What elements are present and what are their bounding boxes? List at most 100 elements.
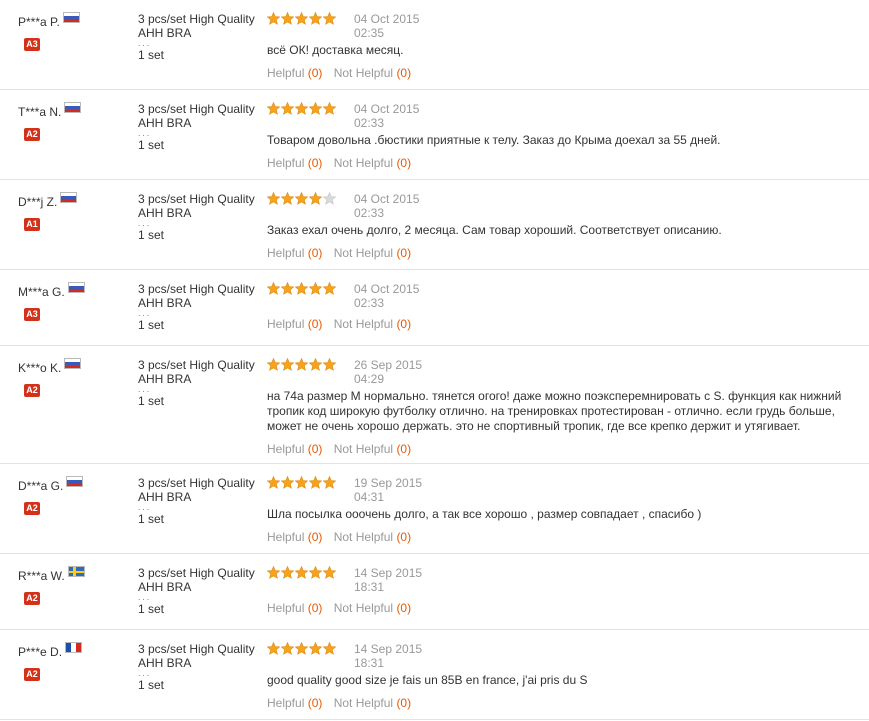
not-helpful-count: (0) xyxy=(396,317,412,331)
star-full-icon xyxy=(267,566,280,579)
not-helpful-button[interactable]: Not Helpful (0) xyxy=(334,246,411,260)
helpful-label: Helpful xyxy=(267,66,305,80)
review-date: 04 Oct 2015 02:33 xyxy=(354,102,444,130)
review-date-day: 04 Oct 2015 xyxy=(354,282,420,296)
review-comment: Заказ ехал очень долго, 2 месяца. Сам то… xyxy=(267,223,722,237)
review-date: 04 Oct 2015 02:33 xyxy=(354,192,444,220)
helpful-button[interactable]: Helpful (0) xyxy=(267,66,322,80)
product-more-ellipsis: . . . xyxy=(138,669,150,678)
review-time: 18:31 xyxy=(354,656,385,670)
russia-flag xyxy=(67,282,85,293)
helpful-button[interactable]: Helpful (0) xyxy=(267,696,322,710)
star-full-icon xyxy=(281,282,294,295)
product-title[interactable]: 3 pcs/set High Quality AHH BRA xyxy=(138,192,258,220)
vote-links: Helpful (0) Not Helpful (0) xyxy=(267,530,411,544)
helpful-button[interactable]: Helpful (0) xyxy=(267,442,322,456)
helpful-button[interactable]: Helpful (0) xyxy=(267,156,322,170)
russia-flag xyxy=(64,102,82,113)
product-quantity: 1 set xyxy=(138,138,165,152)
review-time: 02:33 xyxy=(354,206,385,220)
star-full-icon xyxy=(281,12,294,25)
product-title[interactable]: 3 pcs/set High Quality AHH BRA xyxy=(138,642,258,670)
buyer-level-badge: A2 xyxy=(24,592,40,605)
product-info: 3 pcs/set High Quality AHH BRA . . . 1 s… xyxy=(138,358,258,408)
helpful-label: Helpful xyxy=(267,246,305,260)
buyer-name[interactable]: P***e D. xyxy=(18,645,62,659)
buyer-name[interactable]: K***o K. xyxy=(18,361,61,375)
not-helpful-label: Not Helpful xyxy=(333,601,394,615)
helpful-button[interactable]: Helpful (0) xyxy=(267,246,322,260)
star-full-icon xyxy=(295,12,308,25)
star-full-icon xyxy=(295,642,308,655)
review-item: D***a G. A2 3 pcs/set High Quality AHH B… xyxy=(0,464,869,554)
review-item: R***a W. A2 3 pcs/set High Quality AHH B… xyxy=(0,554,869,630)
not-helpful-button[interactable]: Not Helpful (0) xyxy=(334,601,411,615)
product-title[interactable]: 3 pcs/set High Quality AHH BRA xyxy=(138,282,258,310)
product-title[interactable]: 3 pcs/set High Quality AHH BRA xyxy=(138,476,258,504)
vote-links: Helpful (0) Not Helpful (0) xyxy=(267,442,411,456)
not-helpful-count: (0) xyxy=(396,442,412,456)
product-quantity: 1 set xyxy=(138,602,165,616)
product-title[interactable]: 3 pcs/set High Quality AHH BRA xyxy=(138,358,258,386)
feedback-list: P***a P. A3 3 pcs/set High Quality AHH B… xyxy=(0,0,869,721)
helpful-count: (0) xyxy=(307,601,323,615)
product-title[interactable]: 3 pcs/set High Quality AHH BRA xyxy=(138,566,258,594)
helpful-button[interactable]: Helpful (0) xyxy=(267,601,322,615)
star-full-icon xyxy=(281,358,294,371)
star-full-icon xyxy=(295,102,308,115)
star-full-icon xyxy=(309,12,322,25)
not-helpful-button[interactable]: Not Helpful (0) xyxy=(334,66,411,80)
not-helpful-count: (0) xyxy=(396,66,412,80)
buyer-level-badge: A2 xyxy=(24,128,40,141)
star-full-icon xyxy=(267,12,280,25)
review-date: 26 Sep 2015 04:29 xyxy=(354,358,444,386)
helpful-label: Helpful xyxy=(267,530,305,544)
not-helpful-button[interactable]: Not Helpful (0) xyxy=(334,156,411,170)
not-helpful-label: Not Helpful xyxy=(333,66,394,80)
not-helpful-button[interactable]: Not Helpful (0) xyxy=(334,696,411,710)
not-helpful-count: (0) xyxy=(396,601,412,615)
buyer-name[interactable]: D***j Z. xyxy=(18,195,57,209)
buyer-level-badge: A3 xyxy=(24,38,40,51)
not-helpful-button[interactable]: Not Helpful (0) xyxy=(334,530,411,544)
review-comment: Шла посылка ооочень долго, а так все хор… xyxy=(267,507,702,521)
review-item: D***j Z. A1 3 pcs/set High Quality AHH B… xyxy=(0,180,869,270)
vote-links: Helpful (0) Not Helpful (0) xyxy=(267,246,411,260)
star-rating xyxy=(267,642,339,656)
product-title[interactable]: 3 pcs/set High Quality AHH BRA xyxy=(138,12,258,40)
buyer-name[interactable]: R***a W. xyxy=(18,569,65,583)
buyer-level-badge: A2 xyxy=(24,502,40,515)
helpful-button[interactable]: Helpful (0) xyxy=(267,317,322,331)
review-date-day: 04 Oct 2015 xyxy=(354,192,420,206)
not-helpful-label: Not Helpful xyxy=(333,530,394,544)
star-full-icon xyxy=(295,358,308,371)
product-title[interactable]: 3 pcs/set High Quality AHH BRA xyxy=(138,102,258,130)
star-full-icon xyxy=(281,642,294,655)
star-rating xyxy=(267,192,339,206)
buyer-name[interactable]: T***a N. xyxy=(18,105,61,119)
buyer-info: P***e D. xyxy=(18,642,83,659)
star-full-icon xyxy=(267,476,280,489)
buyer-name[interactable]: D***a G. xyxy=(18,479,63,493)
not-helpful-button[interactable]: Not Helpful (0) xyxy=(334,442,411,456)
buyer-name[interactable]: P***a P. xyxy=(18,15,60,29)
not-helpful-count: (0) xyxy=(396,156,412,170)
helpful-button[interactable]: Helpful (0) xyxy=(267,530,322,544)
product-more-ellipsis: . . . xyxy=(138,129,150,138)
product-quantity: 1 set xyxy=(138,678,165,692)
product-more-ellipsis: . . . xyxy=(138,39,150,48)
vote-links: Helpful (0) Not Helpful (0) xyxy=(267,601,411,615)
russia-flag xyxy=(66,476,84,487)
helpful-count: (0) xyxy=(307,696,323,710)
product-info: 3 pcs/set High Quality AHH BRA . . . 1 s… xyxy=(138,102,258,152)
star-full-icon xyxy=(323,642,336,655)
star-full-icon xyxy=(323,282,336,295)
not-helpful-button[interactable]: Not Helpful (0) xyxy=(334,317,411,331)
review-time: 02:33 xyxy=(354,296,385,310)
vote-links: Helpful (0) Not Helpful (0) xyxy=(267,696,411,710)
product-more-ellipsis: . . . xyxy=(138,385,150,394)
buyer-info: D***a G. xyxy=(18,476,84,493)
review-date-day: 04 Oct 2015 xyxy=(354,102,420,116)
product-more-ellipsis: . . . xyxy=(138,593,150,602)
buyer-name[interactable]: M***a G. xyxy=(18,285,65,299)
